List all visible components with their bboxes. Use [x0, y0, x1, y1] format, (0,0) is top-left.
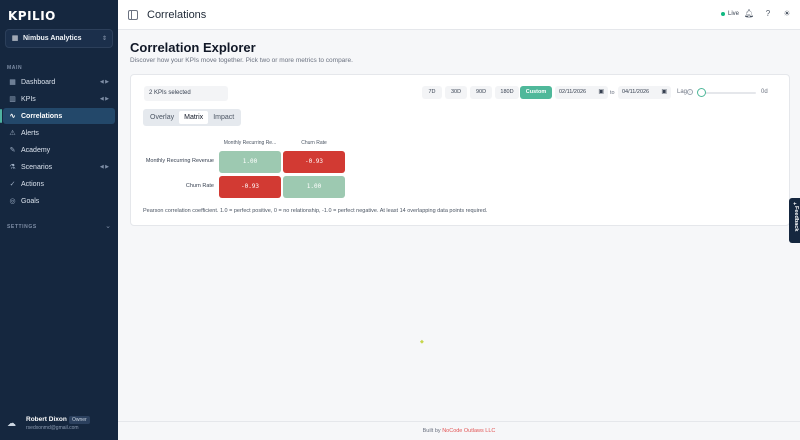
logo[interactable]: KPILIO [8, 9, 56, 23]
sidebar-item-academy[interactable]: ✎ Academy [3, 142, 115, 158]
sidebar-item-goals[interactable]: ◎ Goals [3, 193, 115, 209]
scenarios-icon: ⚗ [9, 164, 16, 171]
user-role-badge: Owner [69, 416, 90, 424]
explorer-title: Correlation Explorer [130, 40, 256, 55]
sidebar-item-scenarios[interactable]: ⚗ Scenarios ◀ ▶ [3, 159, 115, 175]
date-to-value: 04/11/2026 [622, 89, 650, 95]
user-profile[interactable]: ☁ Robert Dixon Owner rsedxonmd@gmail.com [7, 415, 115, 435]
academy-icon: ✎ [9, 147, 16, 154]
loading-spinner-icon: ◆ [420, 339, 424, 345]
tab-matrix[interactable]: Matrix [179, 111, 209, 124]
chevron-down-icon[interactable]: ⌄ [105, 222, 111, 230]
sidebar-item-label: Dashboard [21, 78, 56, 86]
expand-arrows-icon: ◀ ▶ [99, 96, 109, 102]
sidebar-item-label: KPIs [21, 95, 36, 103]
info-icon[interactable]: i [687, 89, 693, 95]
live-status: Live [721, 11, 739, 17]
range-button-7d[interactable]: 7D [422, 86, 442, 99]
lag-slider-track[interactable] [701, 92, 756, 94]
sidebar-item-label: Goals [21, 197, 40, 205]
workspace-switcher[interactable]: ▦ Nimbus Analytics ⇕ [5, 29, 113, 48]
matrix-column-header: Monthly Recurring Re... [223, 140, 277, 146]
topbar: Correlations Live 🔔︎ ? ☀ [118, 0, 800, 30]
matrix-cell[interactable]: -0.93 [283, 151, 345, 173]
building-icon: ▦ [11, 34, 19, 42]
actions-icon: ✓ [9, 181, 16, 188]
section-label-settings[interactable]: SETTINGS [7, 224, 37, 230]
sidebar-item-label: Actions [21, 180, 44, 188]
chevron-updown-icon: ⇕ [101, 36, 107, 42]
sidebar-item-correlations[interactable]: ∿ Correlations [0, 108, 115, 124]
live-label: Live [728, 11, 740, 17]
section-label-main: MAIN [7, 65, 23, 71]
matrix-row-header: Monthly Recurring Revenue [145, 158, 214, 164]
sidebar: KPILIO ▦ Nimbus Analytics ⇕ MAIN ▦ Dashb… [0, 0, 118, 440]
matrix-footnote: Pearson correlation coefficient. 1.0 = p… [143, 208, 488, 214]
goals-icon: ◎ [9, 198, 16, 205]
range-button-30d[interactable]: 30D [445, 86, 467, 99]
sidebar-item-label: Scenarios [21, 163, 53, 171]
sidebar-item-label: Correlations [21, 112, 63, 120]
expand-arrows-icon: ◀ ▶ [99, 79, 109, 85]
user-name: Robert Dixon [26, 416, 67, 423]
workspace-name: Nimbus Analytics [23, 35, 82, 42]
correlation-card: 2 KPIs selected 7D 30D 90D 180D Custom 0… [130, 74, 790, 226]
matrix-cell[interactable]: 1.00 [219, 151, 281, 173]
cloud-avatar-icon: ☁ [7, 418, 16, 428]
lag-label: Lag [677, 89, 688, 95]
range-button-90d[interactable]: 90D [470, 86, 492, 99]
logo-text: KPILIO [8, 9, 56, 23]
sidebar-item-actions[interactable]: ✓ Actions [3, 176, 115, 192]
tab-overlay[interactable]: Overlay [145, 111, 179, 124]
date-to-input[interactable]: 04/11/2026 ▣ [618, 86, 671, 99]
dashboard-icon: ▦ [9, 79, 16, 86]
footer-prefix: Built by [422, 428, 441, 434]
footer-brand-link[interactable]: NoCode Outlaws LLC [442, 428, 495, 434]
expand-arrows-icon: ◀ ▶ [99, 164, 109, 170]
feedback-tab[interactable]: + Feedback [789, 198, 800, 243]
help-icon[interactable]: ? [763, 9, 773, 19]
page-title: Correlations [147, 9, 207, 21]
sidebar-item-kpis[interactable]: ▥ KPIs ◀ ▶ [3, 91, 115, 107]
lag-slider-thumb[interactable] [697, 88, 706, 97]
sidebar-item-alerts[interactable]: ⚠ Alerts [3, 125, 115, 141]
live-dot-icon [721, 12, 725, 16]
sun-icon[interactable]: ☀ [782, 9, 792, 19]
date-to-label: to [610, 90, 615, 96]
calendar-icon[interactable]: ▣ [598, 86, 604, 99]
sidebar-item-label: Academy [21, 146, 51, 154]
date-from-input[interactable]: 02/11/2026 ▣ [555, 86, 608, 99]
sidebar-item-label: Alerts [21, 129, 39, 137]
explorer-subtitle: Discover how your KPIs move together. Pi… [130, 57, 353, 64]
range-button-custom[interactable]: Custom [520, 86, 552, 99]
chart-icon: ▥ [9, 96, 16, 103]
bell-icon[interactable]: 🔔︎ [744, 9, 754, 19]
matrix-cell[interactable]: -0.93 [219, 176, 281, 198]
matrix-column-header: Churn Rate [301, 140, 327, 146]
sidebar-item-dashboard[interactable]: ▦ Dashboard ◀ ▶ [3, 74, 115, 90]
lag-value: 0d [761, 89, 768, 95]
matrix-cell[interactable]: 1.00 [283, 176, 345, 198]
matrix-row-header: Churn Rate [185, 183, 214, 189]
calendar-icon[interactable]: ▣ [661, 86, 667, 99]
footer: Built by NoCode Outlaws LLC [118, 421, 800, 440]
user-email: rsedxonmd@gmail.com [26, 425, 79, 431]
range-button-180d[interactable]: 180D [495, 86, 519, 99]
sidebar-nav: ▦ Dashboard ◀ ▶ ▥ KPIs ◀ ▶ ∿ Correlation… [0, 74, 115, 210]
alert-icon: ⚠ [9, 130, 16, 137]
date-from-value: 02/11/2026 [559, 89, 587, 95]
feedback-label: + Feedback [791, 202, 799, 232]
sidebar-toggle-icon[interactable] [128, 10, 138, 20]
view-tabs: Overlay Matrix Impact [143, 109, 242, 126]
tab-impact[interactable]: Impact [208, 111, 239, 124]
correlation-icon: ∿ [9, 113, 16, 120]
kpi-select[interactable]: 2 KPIs selected [144, 86, 228, 101]
